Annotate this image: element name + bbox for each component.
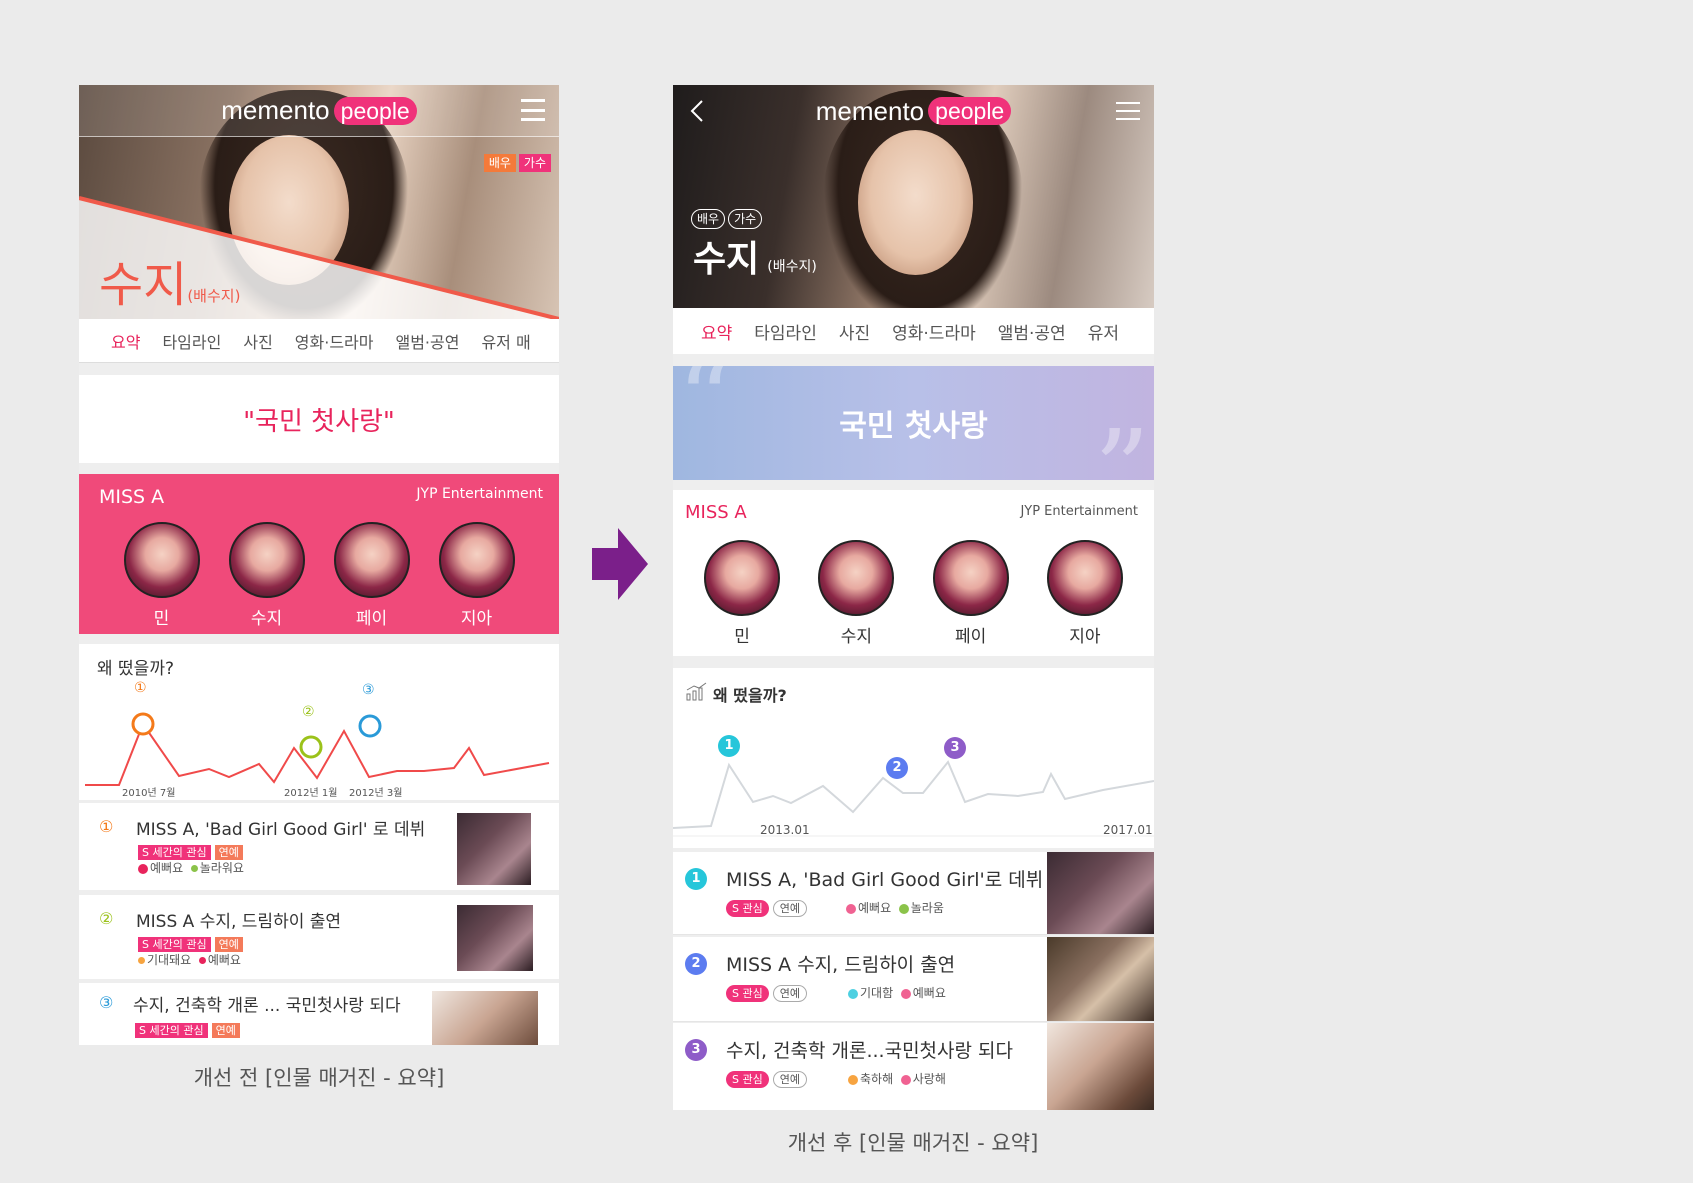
list-item[interactable]: ① MISS A, 'Bad Girl Good Girl' 로 데뷔 S 세간… — [79, 803, 559, 890]
tab-summary[interactable]: 요약 — [111, 329, 140, 353]
after-caption: 개선 후 [인물 매거진 - 요약] — [787, 1131, 1039, 1155]
quote-text: 국민 첫사랑 — [839, 409, 988, 444]
avatar — [1046, 540, 1123, 616]
before-screen: memento people 배우 가수 수지(배수지) 요약 타임라인 사진 영화… — [79, 85, 559, 1045]
item-title: MISS A 수지, 드림하이 출연 — [726, 954, 956, 976]
list-item[interactable]: 2 MISS A 수지, 드림하이 출연 S 관심 연예 기대함 예뻐요 — [673, 937, 1154, 1022]
x-label: 2017.01 — [1103, 823, 1153, 837]
member-suzy[interactable]: 수지 — [228, 522, 305, 629]
person-name: 수지(배수지) — [99, 257, 241, 313]
agency-name: JYP Entertainment — [1020, 504, 1138, 519]
x-label: 2010년 7월 — [122, 788, 176, 799]
list-item[interactable]: ③ 수지, 건축학 개론 ... 국민첫사랑 되다 S 세간의 관심 연예 — [79, 983, 559, 1045]
quote-text: "국민 첫사랑" — [243, 406, 395, 437]
peak-marker-3[interactable]: 3 — [944, 737, 966, 759]
person-name: 수지(배수지) — [693, 239, 817, 280]
thumbnail — [1047, 852, 1154, 934]
why-popular-card: 왜 떴을까? 1 2 3 2013.01 2017.01 — [673, 668, 1154, 848]
group-name: MISS A — [685, 502, 747, 523]
avatar — [818, 540, 895, 616]
group-card: MISS A JYP Entertainment 민 수지 페이 지아 — [673, 490, 1154, 656]
agency-name: JYP Entertainment — [416, 486, 543, 502]
menu-icon[interactable] — [1116, 102, 1140, 120]
member-jia[interactable]: 지아 — [1046, 540, 1123, 647]
thumbnail — [457, 905, 533, 971]
member-min[interactable]: 민 — [123, 522, 200, 629]
x-label: 2013.01 — [760, 823, 810, 837]
tab-timeline[interactable]: 타임라인 — [754, 319, 817, 344]
item-title: MISS A, 'Bad Girl Good Girl' 로 데뷔 — [136, 820, 426, 840]
list-item[interactable]: 3 수지, 건축학 개론...국민첫사랑 되다 S 관심 연예 축하해 사랑해 — [673, 1023, 1154, 1110]
avatar — [333, 522, 410, 598]
item-title: 수지, 건축학 개론 ... 국민첫사랑 되다 — [133, 996, 401, 1016]
tag-actor: 배우 — [691, 209, 726, 229]
thumbnail — [457, 813, 531, 885]
marker-label-2: ② — [302, 704, 315, 720]
item-title: MISS A, 'Bad Girl Good Girl'로 데뷔 — [726, 869, 1044, 891]
list-item[interactable]: 1 MISS A, 'Bad Girl Good Girl'로 데뷔 S 관심 연… — [673, 852, 1154, 935]
x-label: 2012년 1월 — [284, 788, 338, 799]
before-caption: 개선 전 [인물 매거진 - 요약] — [193, 1066, 445, 1090]
peak-marker-1[interactable] — [131, 712, 155, 736]
top-bar: memento people — [673, 85, 1154, 137]
member-suzy[interactable]: 수지 — [818, 540, 895, 647]
quote-card: “ ” 국민 첫사랑 — [673, 366, 1154, 480]
list-item[interactable]: ② MISS A 수지, 드림하이 출연 S 세간의 관심 연예 기대돼요 예뻐요 — [79, 895, 559, 979]
group-name: MISS A — [99, 486, 165, 508]
avatar — [438, 522, 515, 598]
thumbnail — [432, 991, 538, 1045]
avatar — [228, 522, 305, 598]
trend-chart — [85, 712, 550, 786]
quote-card: "국민 첫사랑" — [79, 375, 559, 463]
tab-bar: 요약 타임라인 사진 영화·드라마 앨범·공연 유저 — [673, 308, 1154, 354]
why-popular-card: 왜 떴을까? ① ② ③ 2010년 7월 2012년 1월 2012년 3월 — [79, 644, 559, 800]
tab-photos[interactable]: 사진 — [243, 329, 272, 353]
tab-album-concert[interactable]: 앨범·공연 — [998, 319, 1066, 344]
item-title: MISS A 수지, 드림하이 출연 — [136, 912, 342, 932]
role-tags: 배우 가수 — [691, 208, 763, 229]
member-list: 민 수지 페이 지아 — [673, 540, 1154, 647]
avatar — [932, 540, 1009, 616]
thumbnail — [1047, 1023, 1154, 1110]
tab-movie-drama[interactable]: 영화·드라마 — [892, 319, 976, 344]
member-list: 민 수지 페이 지아 — [79, 522, 559, 629]
peak-marker-3[interactable] — [358, 714, 382, 738]
member-jia[interactable]: 지아 — [438, 522, 515, 629]
tab-user[interactable]: 유저 — [1088, 319, 1119, 344]
hero-banner: mementopeople 배우가수 수지(배수지) — [79, 85, 559, 319]
hero-banner: mementopeople 배우가수 수지(배수지) — [673, 85, 1154, 308]
peak-marker-2[interactable] — [299, 735, 323, 759]
quote-open-icon: “ — [677, 366, 734, 464]
tab-summary[interactable]: 요약 — [701, 319, 732, 344]
tab-timeline[interactable]: 타임라인 — [162, 329, 221, 353]
tag-singer: 가수 — [728, 209, 763, 229]
peak-marker-1[interactable]: 1 — [718, 735, 740, 757]
marker-label-3: ③ — [362, 682, 375, 698]
peak-marker-2[interactable]: 2 — [886, 757, 908, 779]
member-fei[interactable]: 페이 — [333, 522, 410, 629]
item-title: 수지, 건축학 개론...국민첫사랑 되다 — [726, 1040, 1013, 1062]
avatar — [123, 522, 200, 598]
marker-label-1: ① — [134, 680, 147, 696]
tab-bar: 요약 타임라인 사진 영화·드라마 앨범·공연 유저 매 — [79, 319, 559, 363]
after-screen: memento people 배우 가수 수지 (배수지) 요약 타임라인 사진 영화… — [673, 85, 1154, 1110]
x-label: 2012년 3월 — [349, 788, 403, 799]
trend-chart — [673, 760, 1154, 837]
tab-album-concert[interactable]: 앨범·공연 — [395, 329, 459, 353]
tab-movie-drama[interactable]: 영화·드라마 — [295, 329, 374, 353]
avatar — [704, 540, 781, 616]
member-fei[interactable]: 페이 — [932, 540, 1009, 647]
tab-photos[interactable]: 사진 — [839, 319, 870, 344]
thumbnail — [1047, 937, 1154, 1021]
quote-close-icon: ” — [1093, 406, 1150, 480]
logo[interactable]: memento people — [816, 96, 1012, 127]
tab-user[interactable]: 유저 매 — [481, 329, 530, 353]
member-min[interactable]: 민 — [704, 540, 781, 647]
arrow-right-icon — [592, 528, 648, 600]
group-card: MISS A JYP Entertainment 민 수지 페이 지아 — [79, 474, 559, 634]
